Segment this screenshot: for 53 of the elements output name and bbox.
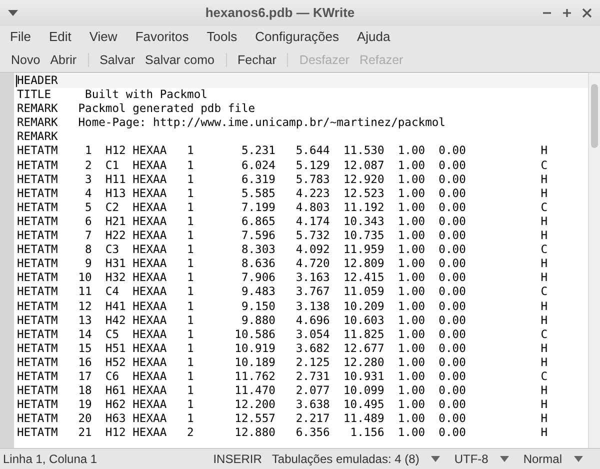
code-line: HETATM 2 C1 HEXAA 1 6.024 5.129 12.087 1.00 0.00 C [16, 158, 549, 173]
menu-item[interactable]: Edit [48, 27, 72, 47]
status-dropdown[interactable]: Tabulações emuladas: 4 (8) [272, 450, 440, 468]
code-line: HETATM 15 H51 HEXAA 1 10.919 3.682 12.677 1.00 0.00 H [16, 342, 549, 356]
code-line: HETATM 18 H61 HEXAA 1 11.470 2.077 10.099 1.00 0.00 H [16, 384, 549, 398]
code-line: REMARK Home-Page: http://www.ime.unicamp.br/~martinez/packmol [16, 116, 446, 130]
text-cursor [16, 75, 17, 87]
code-line: HETATM 4 H13 HEXAA 1 5.585 4.223 12.523 1.00 0.00 H [16, 186, 549, 201]
status-dropdown[interactable]: UTF-8 [454, 450, 510, 468]
window-menu-icon[interactable] [8, 10, 18, 16]
code-line: REMARK Packmol generated pdb file [16, 102, 256, 116]
status-dropdown[interactable]: Normal [523, 450, 583, 468]
code-line: REMARK [16, 130, 59, 144]
code-line: HETATM 10 H32 HEXAA 1 7.906 3.163 12.415 1.00 0.00 H [16, 271, 549, 286]
code-line: HETATM 19 H62 HEXAA 1 12.200 3.638 10.495 1.00 0.00 H [16, 398, 549, 412]
toolbar-button[interactable]: Fechar [234, 50, 280, 70]
caret-icon [431, 456, 440, 462]
code-line: HETATM 11 C4 HEXAA 1 9.483 3.767 11.059 1.00 0.00 C [16, 285, 549, 300]
menu-item[interactable]: File [10, 27, 31, 47]
menu-item[interactable]: Tools [206, 27, 238, 47]
code-line: HETATM 16 H52 HEXAA 1 10.189 2.125 12.280 1.00 0.00 H [16, 356, 549, 370]
code-line: HETATM 13 H42 HEXAA 1 9.880 4.696 10.603 1.00 0.00 H [16, 314, 549, 328]
code-line: HETATM 5 C2 HEXAA 1 7.199 4.803 11.192 1.00 0.00 C [16, 200, 549, 215]
code-line: HETATM 12 H41 HEXAA 1 9.150 3.138 10.209 1.00 0.00 H [16, 300, 549, 314]
code-line: HETATM 8 C3 HEXAA 1 8.303 4.092 11.959 1.00 0.00 C [16, 243, 549, 258]
cursor-position: Linha 1, Coluna 1 [3, 451, 98, 468]
caret-icon [500, 456, 510, 462]
caret-icon [574, 456, 583, 462]
input-mode[interactable]: INSERIR [213, 450, 262, 468]
code-line: HETATM 21 H12 HEXAA 2 12.880 6.356 1.156 1.00 0.00 H [16, 426, 549, 440]
window-title: hexanos6.pdb — KWrite [205, 4, 355, 22]
scrollbar[interactable] [588, 73, 600, 448]
toolbar-button[interactable]: Salvar [96, 50, 140, 70]
code-line: HETATM 20 H63 HEXAA 1 12.557 2.217 11.489 1.00 0.00 H [16, 412, 549, 426]
code-line: HETATM 17 C6 HEXAA 1 11.762 2.731 10.931 1.00 0.00 C [16, 370, 549, 384]
menu-item[interactable]: Configurações [255, 27, 339, 47]
menu-item[interactable]: View [89, 27, 118, 47]
code-line: HETATM 6 H21 HEXAA 1 6.865 4.174 10.343 1.00 0.00 H [16, 214, 549, 230]
code-line: HETATM 1 H12 HEXAA 1 5.231 5.644 11.530 1.00 0.00 H [16, 144, 549, 159]
code-line: HETATM 3 H11 HEXAA 1 6.319 5.783 12.920 1.00 0.00 H [16, 172, 549, 187]
maximize-icon[interactable] [562, 8, 572, 18]
scrollbar-thumb[interactable] [591, 84, 598, 148]
toolbar-button[interactable]: Salvar como [141, 50, 219, 70]
code-line: HETATM 7 H22 HEXAA 1 7.596 5.732 10.735 1.00 0.00 H [16, 229, 549, 244]
menu-item[interactable]: Favoritos [135, 27, 189, 47]
code-line: HETATM 14 C5 HEXAA 1 10.586 3.054 11.825 1.00 0.00 C [16, 328, 549, 342]
menu-item[interactable]: Ajuda [356, 27, 390, 47]
code-line: HETATM 9 H31 HEXAA 1 8.636 4.720 12.809 1.00 0.00 H [16, 257, 549, 272]
toolbar-button[interactable]: Novo [7, 50, 44, 70]
toolbar-button[interactable]: Abrir [46, 50, 81, 70]
code-line: TITLE Built with Packmol [16, 88, 208, 102]
editor-area[interactable] [0, 73, 600, 449]
close-icon[interactable] [582, 8, 592, 18]
